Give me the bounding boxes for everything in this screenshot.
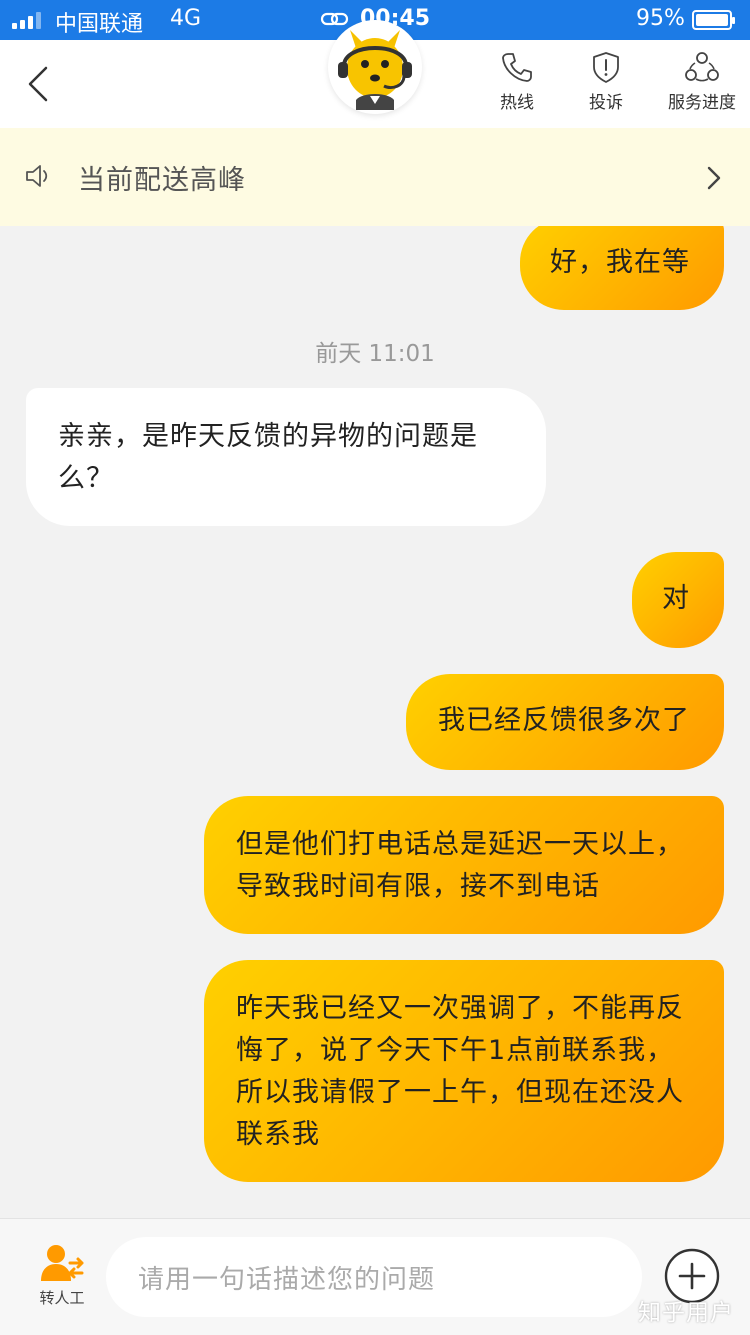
message-timestamp: 前天 11:01 xyxy=(315,341,435,367)
back-arrow-icon[interactable] xyxy=(20,60,60,108)
message-bubble-received: 亲亲，是昨天反馈的异物的问题是么？ xyxy=(26,388,546,526)
message-bubble-sent: 昨天我已经又一次强调了，不能再反悔了，说了今天下午1点前联系我，所以我请假了一上… xyxy=(204,960,724,1182)
service-progress-label: 服务进度 xyxy=(668,93,736,113)
message-text: 好，我在等 xyxy=(550,247,690,278)
message-input-placeholder: 请用一句话描述您的问题 xyxy=(138,1265,436,1295)
delivery-notice-bar[interactable]: 当前配送高峰 xyxy=(0,128,750,226)
message-bubble-sent: 我已经反馈很多次了 xyxy=(406,674,724,770)
chevron-right-icon xyxy=(707,166,721,190)
battery-percent: 95% xyxy=(636,6,685,31)
agent-transfer-icon xyxy=(41,1245,84,1281)
message-input[interactable]: 请用一句话描述您的问题 xyxy=(106,1237,642,1317)
message-text: 亲亲，是昨天反馈的异物的问题是么？ xyxy=(58,421,478,494)
speaker-icon xyxy=(26,165,48,187)
hotline-button[interactable]: 热线 xyxy=(492,50,542,113)
agent-avatar xyxy=(328,20,422,114)
message-bubble-sent: 但是他们打电话总是延迟一天以上，导致我时间有限，接不到电话 xyxy=(204,796,724,934)
complain-button[interactable]: 投诉 xyxy=(580,50,632,113)
message-text: 对 xyxy=(662,583,690,614)
progress-circles-icon xyxy=(685,52,719,82)
complain-label: 投诉 xyxy=(589,93,623,113)
message-bubble-sent: 对 xyxy=(632,552,724,648)
transfer-to-human-button[interactable]: 转人工 xyxy=(34,1243,90,1308)
battery-icon xyxy=(692,10,735,30)
message-bubble-sent: 好，我在等 xyxy=(520,226,724,310)
transfer-label: 转人工 xyxy=(39,1289,85,1307)
service-progress-button[interactable]: 服务进度 xyxy=(664,50,740,113)
shield-alert-icon xyxy=(593,52,619,83)
message-text: 但是他们打电话总是延迟一天以上，导致我时间有限，接不到电话 xyxy=(236,829,684,902)
input-bar: 转人工 请用一句话描述您的问题 知乎用户 xyxy=(0,1218,750,1335)
chat-messages[interactable]: 好，我在等 前天 11:01 亲亲，是昨天反馈的异物的问题是么？ 对 我已经反馈… xyxy=(0,226,750,1218)
network-type: 4G xyxy=(170,6,202,31)
signal-icon xyxy=(12,12,41,29)
notice-text: 当前配送高峰 xyxy=(78,165,246,196)
message-text: 昨天我已经又一次强调了，不能再反悔了，说了今天下午1点前联系我，所以我请假了一上… xyxy=(236,993,684,1150)
hotline-label: 热线 xyxy=(500,93,534,113)
message-text: 我已经反馈很多次了 xyxy=(438,705,690,736)
watermark: 知乎用户 xyxy=(638,1300,734,1326)
carrier-name: 中国联通 xyxy=(55,12,144,37)
phone-icon xyxy=(502,53,532,82)
kangaroo-agent-icon xyxy=(338,30,412,110)
